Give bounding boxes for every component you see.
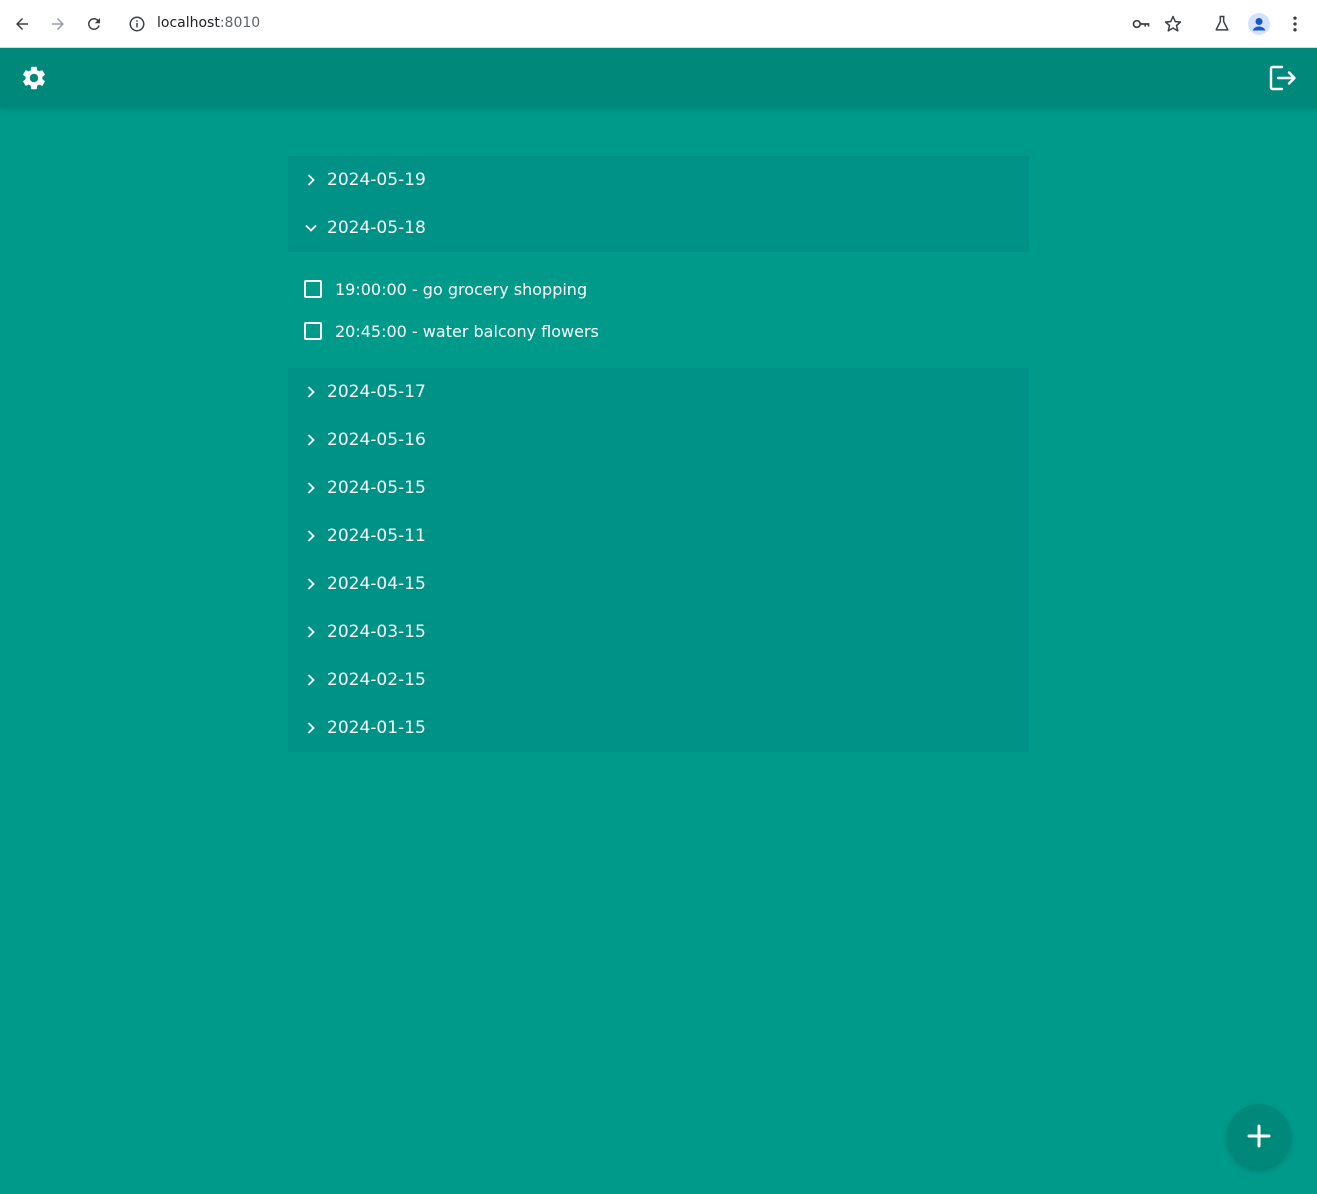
date-row[interactable]: 2024-03-15 xyxy=(288,608,1029,656)
date-panel-bottom: 2024-05-17 2024-05-16 2024-05-15 2024-05… xyxy=(288,368,1029,752)
forward-arrow-icon xyxy=(52,18,64,30)
date-row[interactable]: 2024-05-15 xyxy=(288,464,1029,512)
date-row[interactable]: 2024-05-16 xyxy=(288,416,1029,464)
browser-menu-icon[interactable] xyxy=(1283,12,1307,36)
chevron-right-icon xyxy=(307,722,315,734)
task-label: 19:00:00 - go grocery shopping xyxy=(335,279,588,299)
settings-button[interactable] xyxy=(20,64,48,92)
back-arrow-icon xyxy=(16,18,28,30)
date-label: 2024-05-18 xyxy=(327,218,426,238)
labs-flask-icon[interactable] xyxy=(1210,12,1234,36)
address-bar[interactable]: localhost:8010 xyxy=(118,6,1198,42)
add-button[interactable] xyxy=(1227,1104,1291,1168)
password-key-icon[interactable] xyxy=(1129,12,1153,36)
task-item: 19:00:00 - go grocery shopping xyxy=(304,277,587,301)
task-list: 19:00:00 - go grocery shopping 20:45:00 … xyxy=(288,252,1029,368)
chevron-down-icon xyxy=(305,224,317,232)
bookmark-star-icon[interactable] xyxy=(1161,12,1185,36)
date-label: 2024-03-15 xyxy=(327,622,426,642)
task-checkbox[interactable] xyxy=(304,280,322,298)
date-label: 2024-05-11 xyxy=(327,526,426,546)
chevron-right-icon xyxy=(307,482,315,494)
back-button[interactable] xyxy=(4,6,40,42)
date-label: 2024-05-19 xyxy=(327,170,426,190)
date-label: 2024-02-15 xyxy=(327,670,426,690)
task-label: 20:45:00 - water balcony flowers xyxy=(335,321,599,341)
chevron-right-icon xyxy=(307,174,315,186)
date-label: 2024-01-15 xyxy=(327,718,426,738)
forward-button[interactable] xyxy=(40,6,76,42)
date-row[interactable]: 2024-05-19 xyxy=(288,156,1029,204)
chevron-right-icon xyxy=(307,530,315,542)
reload-button[interactable] xyxy=(76,6,112,42)
plus-icon xyxy=(1247,1124,1271,1148)
chevron-right-icon xyxy=(307,434,315,446)
url-host: localhost xyxy=(157,15,220,31)
task-checkbox[interactable] xyxy=(304,322,322,340)
logout-icon xyxy=(1269,65,1296,91)
logout-button[interactable] xyxy=(1268,64,1298,92)
site-info-icon[interactable] xyxy=(128,15,146,33)
date-row[interactable]: 2024-05-17 xyxy=(288,368,1029,416)
url-port: :8010 xyxy=(219,15,261,31)
profile-avatar-icon[interactable] xyxy=(1247,12,1271,36)
date-row[interactable]: 2024-04-15 xyxy=(288,560,1029,608)
date-panel-top: 2024-05-19 2024-05-18 xyxy=(288,156,1029,252)
chevron-right-icon xyxy=(307,386,315,398)
chevron-right-icon xyxy=(307,578,315,590)
date-row[interactable]: 2024-01-15 xyxy=(288,704,1029,752)
task-item: 20:45:00 - water balcony flowers xyxy=(304,319,599,343)
date-row[interactable]: 2024-05-11 xyxy=(288,512,1029,560)
date-label: 2024-05-15 xyxy=(327,478,426,498)
date-row[interactable]: 2024-02-15 xyxy=(288,656,1029,704)
app-bar xyxy=(0,48,1317,108)
gear-icon xyxy=(23,66,45,90)
chevron-right-icon xyxy=(307,674,315,686)
chevron-right-icon xyxy=(307,626,315,638)
reload-icon xyxy=(87,17,100,30)
url-text[interactable]: localhost:8010 xyxy=(157,15,260,31)
date-label: 2024-05-17 xyxy=(327,382,426,402)
date-label: 2024-05-16 xyxy=(327,430,426,450)
date-label: 2024-04-15 xyxy=(327,574,426,594)
date-row-expanded[interactable]: 2024-05-18 xyxy=(288,204,1029,252)
browser-toolbar: localhost:8010 xyxy=(0,0,1317,48)
